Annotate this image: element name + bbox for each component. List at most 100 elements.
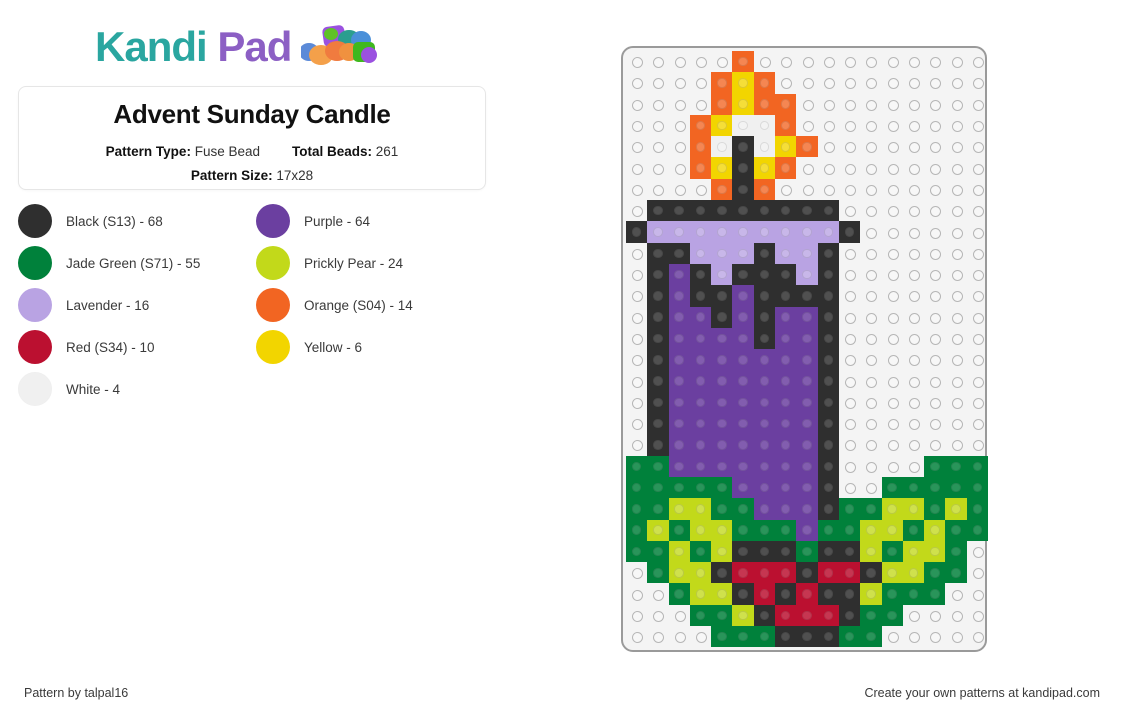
bead-cell[interactable] bbox=[753, 370, 776, 392]
bead-cell[interactable] bbox=[668, 413, 690, 435]
peg-hole[interactable] bbox=[839, 136, 860, 157]
bead-cell[interactable] bbox=[668, 242, 690, 264]
bead-cell[interactable] bbox=[753, 72, 776, 94]
peg-hole[interactable] bbox=[839, 264, 860, 285]
bead-cell[interactable] bbox=[775, 306, 797, 328]
bead-cell[interactable] bbox=[711, 498, 733, 520]
bead-cell[interactable] bbox=[817, 285, 839, 307]
bead-cell[interactable] bbox=[775, 604, 797, 627]
bead-cell[interactable] bbox=[711, 349, 733, 371]
peg-hole[interactable] bbox=[903, 243, 924, 264]
bead-cell[interactable] bbox=[817, 306, 839, 328]
peg-hole[interactable] bbox=[839, 200, 860, 221]
peg-hole[interactable] bbox=[924, 349, 945, 370]
bead-cell[interactable] bbox=[732, 263, 754, 286]
peg-hole[interactable] bbox=[945, 307, 966, 328]
bead-cell[interactable] bbox=[647, 221, 669, 243]
bead-cell[interactable] bbox=[775, 285, 797, 307]
kandipad-logo[interactable]: Kandi Pad bbox=[95, 22, 381, 72]
bead-cell[interactable] bbox=[775, 434, 797, 456]
peg-hole[interactable] bbox=[967, 221, 988, 242]
bead-cell[interactable] bbox=[668, 306, 690, 328]
peg-hole[interactable] bbox=[945, 157, 966, 178]
bead-cell[interactable] bbox=[689, 498, 712, 520]
bead-cell[interactable] bbox=[775, 200, 797, 222]
peg-hole[interactable] bbox=[967, 157, 988, 178]
peg-hole[interactable] bbox=[924, 307, 945, 328]
bead-cell[interactable] bbox=[668, 583, 690, 605]
peg-hole[interactable] bbox=[882, 115, 903, 136]
bead-cell[interactable] bbox=[775, 242, 797, 264]
peg-hole[interactable] bbox=[924, 157, 945, 178]
bead-cell[interactable] bbox=[711, 540, 733, 563]
peg-hole[interactable] bbox=[860, 94, 881, 115]
peg-hole[interactable] bbox=[860, 264, 881, 285]
peg-hole[interactable] bbox=[903, 72, 924, 93]
peg-hole[interactable] bbox=[903, 456, 924, 477]
bead-cell[interactable] bbox=[689, 370, 712, 392]
bead-cell[interactable] bbox=[775, 540, 797, 563]
bead-cell[interactable] bbox=[775, 136, 797, 158]
bead-cell[interactable] bbox=[796, 285, 818, 307]
peg-hole[interactable] bbox=[669, 605, 690, 626]
peg-hole[interactable] bbox=[626, 413, 647, 434]
peg-hole[interactable] bbox=[860, 221, 881, 242]
bead-cell[interactable] bbox=[817, 476, 839, 499]
bead-cell[interactable] bbox=[775, 114, 797, 137]
peg-hole[interactable] bbox=[882, 392, 903, 413]
bead-cell[interactable] bbox=[668, 519, 690, 541]
peg-hole[interactable] bbox=[754, 51, 775, 72]
bead-cell[interactable] bbox=[668, 370, 690, 392]
bead-cell[interactable] bbox=[668, 221, 690, 243]
peg-hole[interactable] bbox=[647, 157, 668, 178]
peg-hole[interactable] bbox=[945, 243, 966, 264]
bead-cell[interactable] bbox=[753, 178, 776, 201]
peg-hole[interactable] bbox=[967, 328, 988, 349]
peg-hole[interactable] bbox=[924, 200, 945, 221]
peg-hole[interactable] bbox=[945, 285, 966, 306]
bead-cell[interactable] bbox=[796, 349, 818, 371]
bead-cell[interactable] bbox=[945, 476, 967, 499]
bead-cell[interactable] bbox=[796, 200, 818, 222]
bead-cell[interactable] bbox=[647, 306, 669, 328]
peg-hole[interactable] bbox=[903, 136, 924, 157]
bead-cell[interactable] bbox=[775, 93, 797, 115]
bead-cell[interactable] bbox=[966, 519, 989, 541]
bead-cell[interactable] bbox=[924, 455, 946, 477]
bead-cell[interactable] bbox=[775, 327, 797, 350]
peg-hole[interactable] bbox=[945, 605, 966, 626]
bead-cell[interactable] bbox=[860, 540, 882, 563]
bead-cell[interactable] bbox=[711, 434, 733, 456]
peg-hole[interactable] bbox=[796, 94, 817, 115]
peg-hole[interactable] bbox=[882, 328, 903, 349]
legend-item[interactable]: Jade Green (S71) - 55 bbox=[18, 242, 250, 284]
bead-cell[interactable] bbox=[647, 562, 669, 584]
bead-cell[interactable] bbox=[711, 413, 733, 435]
peg-hole[interactable] bbox=[903, 115, 924, 136]
bead-cell[interactable] bbox=[817, 370, 839, 392]
peg-hole[interactable] bbox=[818, 136, 839, 157]
peg-hole[interactable] bbox=[967, 541, 988, 562]
peg-hole[interactable] bbox=[647, 136, 668, 157]
bead-cell[interactable] bbox=[689, 114, 712, 137]
bead-cell[interactable] bbox=[881, 562, 903, 584]
bead-cell[interactable] bbox=[838, 540, 861, 563]
peg-hole[interactable] bbox=[839, 115, 860, 136]
peg-hole[interactable] bbox=[967, 413, 988, 434]
peg-hole[interactable] bbox=[775, 179, 796, 200]
peg-hole[interactable] bbox=[647, 94, 668, 115]
bead-cell[interactable] bbox=[689, 434, 712, 456]
bead-cell[interactable] bbox=[881, 604, 903, 627]
peg-hole[interactable] bbox=[647, 583, 668, 604]
bead-cell[interactable] bbox=[753, 327, 776, 350]
peg-hole[interactable] bbox=[626, 434, 647, 455]
peg-hole[interactable] bbox=[860, 477, 881, 498]
bead-cell[interactable] bbox=[647, 200, 669, 222]
bead-cell[interactable] bbox=[817, 413, 839, 435]
bead-cell[interactable] bbox=[796, 136, 818, 158]
peg-hole[interactable] bbox=[903, 370, 924, 391]
peg-hole[interactable] bbox=[967, 51, 988, 72]
bead-cell[interactable] bbox=[817, 498, 839, 520]
peg-hole[interactable] bbox=[796, 72, 817, 93]
bead-cell[interactable] bbox=[796, 626, 818, 648]
